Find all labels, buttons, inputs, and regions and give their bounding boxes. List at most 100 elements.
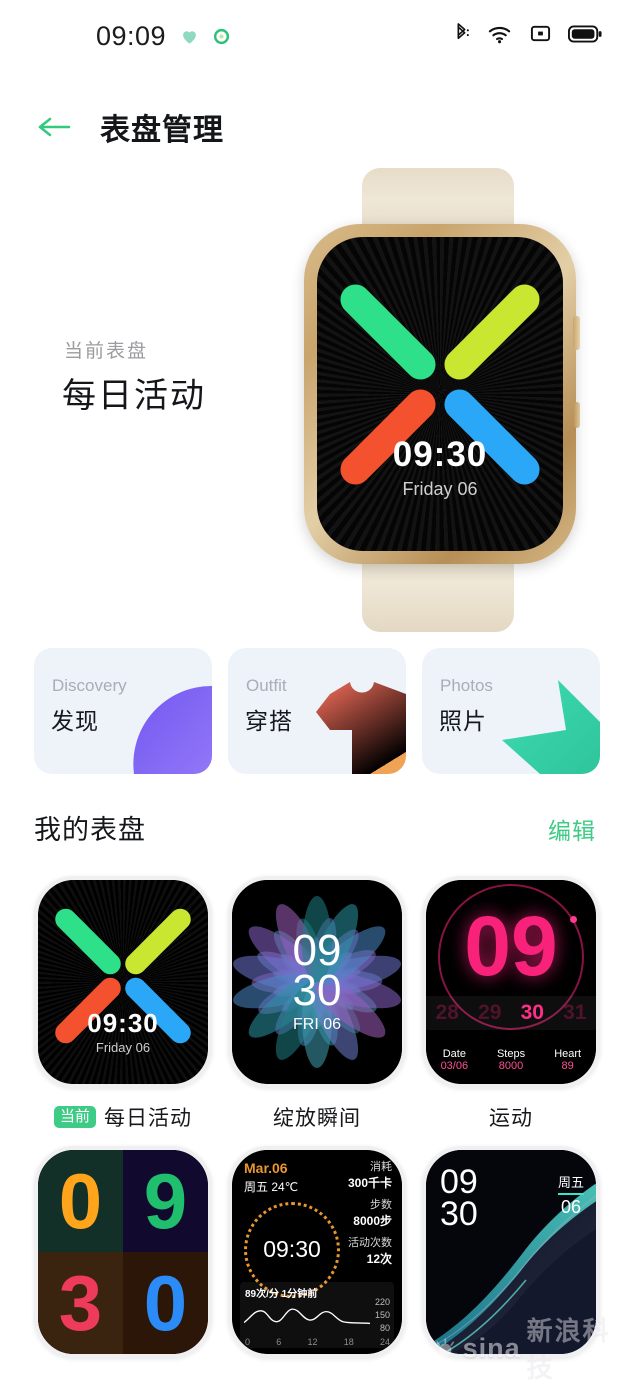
stat-key: Date (442, 1048, 466, 1060)
face-name: 绽放瞬间 (273, 1107, 361, 1130)
digit-quadrant: 3 (38, 1252, 123, 1354)
metric-key: 活动次数 (348, 1237, 392, 1249)
stat-value: 89 (561, 1060, 574, 1072)
face-item-color-digits[interactable]: 0 9 3 0 (34, 1146, 212, 1358)
face-item-blooming-moment[interactable]: 09 30 FRI 06 绽放瞬间 (228, 876, 406, 1132)
face-weekday: 周五 (557, 1175, 584, 1190)
y-tick: 80 (379, 1323, 390, 1333)
heart-rate-label: 89次/分 1分钟前 (245, 1289, 318, 1300)
category-card-outfit[interactable]: Outfit 穿搭 (228, 648, 406, 774)
face-thumbnail[interactable]: 09:30 Friday 06 (34, 876, 212, 1088)
my-faces-row: 09:30 Friday 06 当前 每日活动 09 30 FRI 06 绽放瞬… (34, 876, 600, 1132)
metric-key: 步数 (370, 1199, 392, 1211)
face-time: 09:30 (87, 1008, 159, 1038)
face-weekday-temp: 周五 24℃ (244, 1180, 299, 1194)
face-caption: 绽放瞬间 (228, 1102, 406, 1132)
bar-lime (438, 278, 546, 387)
watch-screen: 09:30 Friday 06 (317, 237, 563, 551)
bar-green (334, 278, 442, 387)
face-name: 每日活动 (104, 1107, 192, 1130)
bar-lime (120, 904, 195, 979)
chart-y-axis: 220 150 80 (375, 1296, 390, 1335)
face-date: Mar.06 (244, 1160, 288, 1176)
y-tick: 220 (374, 1297, 390, 1307)
watch-case: 09:30 Friday 06 (304, 224, 580, 564)
face-thumbnail[interactable]: 09 30 周五 06 (422, 1146, 600, 1358)
face-item-wave[interactable]: 09 30 周五 06 (422, 1146, 600, 1358)
metric-activity: 活动次数 12次 (348, 1234, 392, 1267)
my-faces-header: 我的表盘 编辑 (34, 808, 596, 847)
category-card-discovery[interactable]: Discovery 发现 (34, 648, 212, 774)
date-strip-item: 31 (563, 1001, 587, 1024)
digit-quadrant: 9 (123, 1150, 208, 1252)
x-tick: 6 (276, 1337, 282, 1347)
stat-key: Heart (554, 1048, 582, 1060)
face-time: 09 30 (440, 1165, 478, 1234)
hero-face-date: Friday 06 (402, 479, 478, 499)
stat-steps: Steps 8000 (483, 1048, 540, 1072)
metric-key: 消耗 (370, 1161, 392, 1173)
face-item-data-dashboard[interactable]: Mar.06 周五 24℃ 消耗 300千卡 步数 8000步 活动次数 12次… (228, 1146, 406, 1358)
wifi-icon (488, 23, 513, 50)
category-en-label: Photos (440, 676, 493, 695)
title-bar: 表盘管理 (0, 96, 630, 158)
face-thumbnail[interactable]: Mar.06 周五 24℃ 消耗 300千卡 步数 8000步 活动次数 12次… (228, 1146, 406, 1358)
metric-value: 8000步 (353, 1214, 392, 1228)
category-cards: Discovery 发现 Outfit 穿搭 Photos 照片 (34, 648, 600, 774)
face-hour: 09 (464, 899, 558, 993)
face-date: FRI 06 (292, 1016, 341, 1033)
face-preview: 09 30 FRI 06 (232, 880, 402, 1084)
face-minute: 30 (440, 1195, 478, 1234)
watch-side-button (574, 402, 580, 428)
face-item-sport[interactable]: 09 28 29 30 31 Date 03/06 Steps 8000 Hea… (422, 876, 600, 1132)
x-tick: 0 (245, 1337, 251, 1347)
cross-face-bars (317, 237, 563, 551)
stat-value: 8000 (498, 1060, 524, 1072)
current-face-name: 每日活动 (62, 377, 206, 415)
category-cn-label: 穿搭 (245, 708, 293, 734)
date-strip-item-active: 30 (520, 1001, 544, 1024)
heart-icon (180, 27, 199, 46)
metric-calories: 消耗 300千卡 (348, 1158, 392, 1191)
bar-green (51, 904, 126, 979)
my-faces-row: 0 9 3 0 Mar.06 周五 24℃ 消耗 300千卡 步数 8000步 … (34, 1146, 600, 1358)
x-tick: 24 (379, 1337, 390, 1347)
watch-face-manager-screen: 09:09 表盘管理 当前表盘 每日活动 09:30 Friday 06 Dis… (0, 0, 630, 1386)
category-cn-label: 发现 (51, 708, 99, 734)
edit-link[interactable]: 编辑 (548, 812, 596, 846)
shirt-shape-icon (294, 678, 406, 774)
back-arrow-icon[interactable] (36, 112, 72, 142)
face-caption: 运动 (422, 1102, 600, 1132)
category-cn-label: 照片 (439, 708, 487, 734)
category-card-photos[interactable]: Photos 照片 (422, 648, 600, 774)
face-thumbnail[interactable]: 09 28 29 30 31 Date 03/06 Steps 8000 Hea… (422, 876, 600, 1088)
metric-steps: 步数 8000步 (353, 1196, 392, 1229)
face-item-daily-activity[interactable]: 09:30 Friday 06 当前 每日活动 (34, 876, 212, 1132)
watch-device-image: 09:30 Friday 06 (290, 160, 590, 640)
current-face-hero: 当前表盘 每日活动 09:30 Friday 06 (0, 160, 630, 640)
x-tick: 18 (343, 1337, 354, 1347)
watch-crown (573, 316, 580, 350)
heart-rate-chart: 89次/分 1分钟前 220 150 80 0 6 12 18 24 (240, 1282, 394, 1348)
digit-quadrant: 0 (123, 1252, 208, 1354)
face-preview: 09 30 周五 06 (426, 1150, 596, 1354)
stat-date: Date 03/06 (426, 1048, 483, 1072)
face-preview: Mar.06 周五 24℃ 消耗 300千卡 步数 8000步 活动次数 12次… (232, 1150, 402, 1354)
face-thumbnail[interactable]: 09 30 FRI 06 (228, 876, 406, 1088)
date-strip: 28 29 30 31 (426, 996, 596, 1030)
face-day: 06 (560, 1197, 581, 1217)
my-faces-grid: 09:30 Friday 06 当前 每日活动 09 30 FRI 06 绽放瞬… (34, 876, 600, 1372)
current-face-label: 当前表盘 (64, 341, 149, 362)
face-date: Friday 06 (95, 1040, 151, 1055)
x-tick: 12 (307, 1337, 318, 1347)
face-preview: 09:30 Friday 06 (38, 880, 208, 1084)
date-strip-item: 28 (435, 1001, 459, 1024)
status-time: 09:09 (96, 20, 167, 51)
bluetooth-icon (452, 22, 471, 50)
face-preview: 09 28 29 30 31 Date 03/06 Steps 8000 Hea… (426, 880, 596, 1084)
status-bar-left: 09:09 (0, 21, 230, 52)
y-tick: 150 (374, 1310, 390, 1320)
stat-heart: Heart 89 (539, 1048, 596, 1072)
face-thumbnail[interactable]: 0 9 3 0 (34, 1146, 212, 1358)
date-strip-item: 29 (478, 1001, 502, 1024)
